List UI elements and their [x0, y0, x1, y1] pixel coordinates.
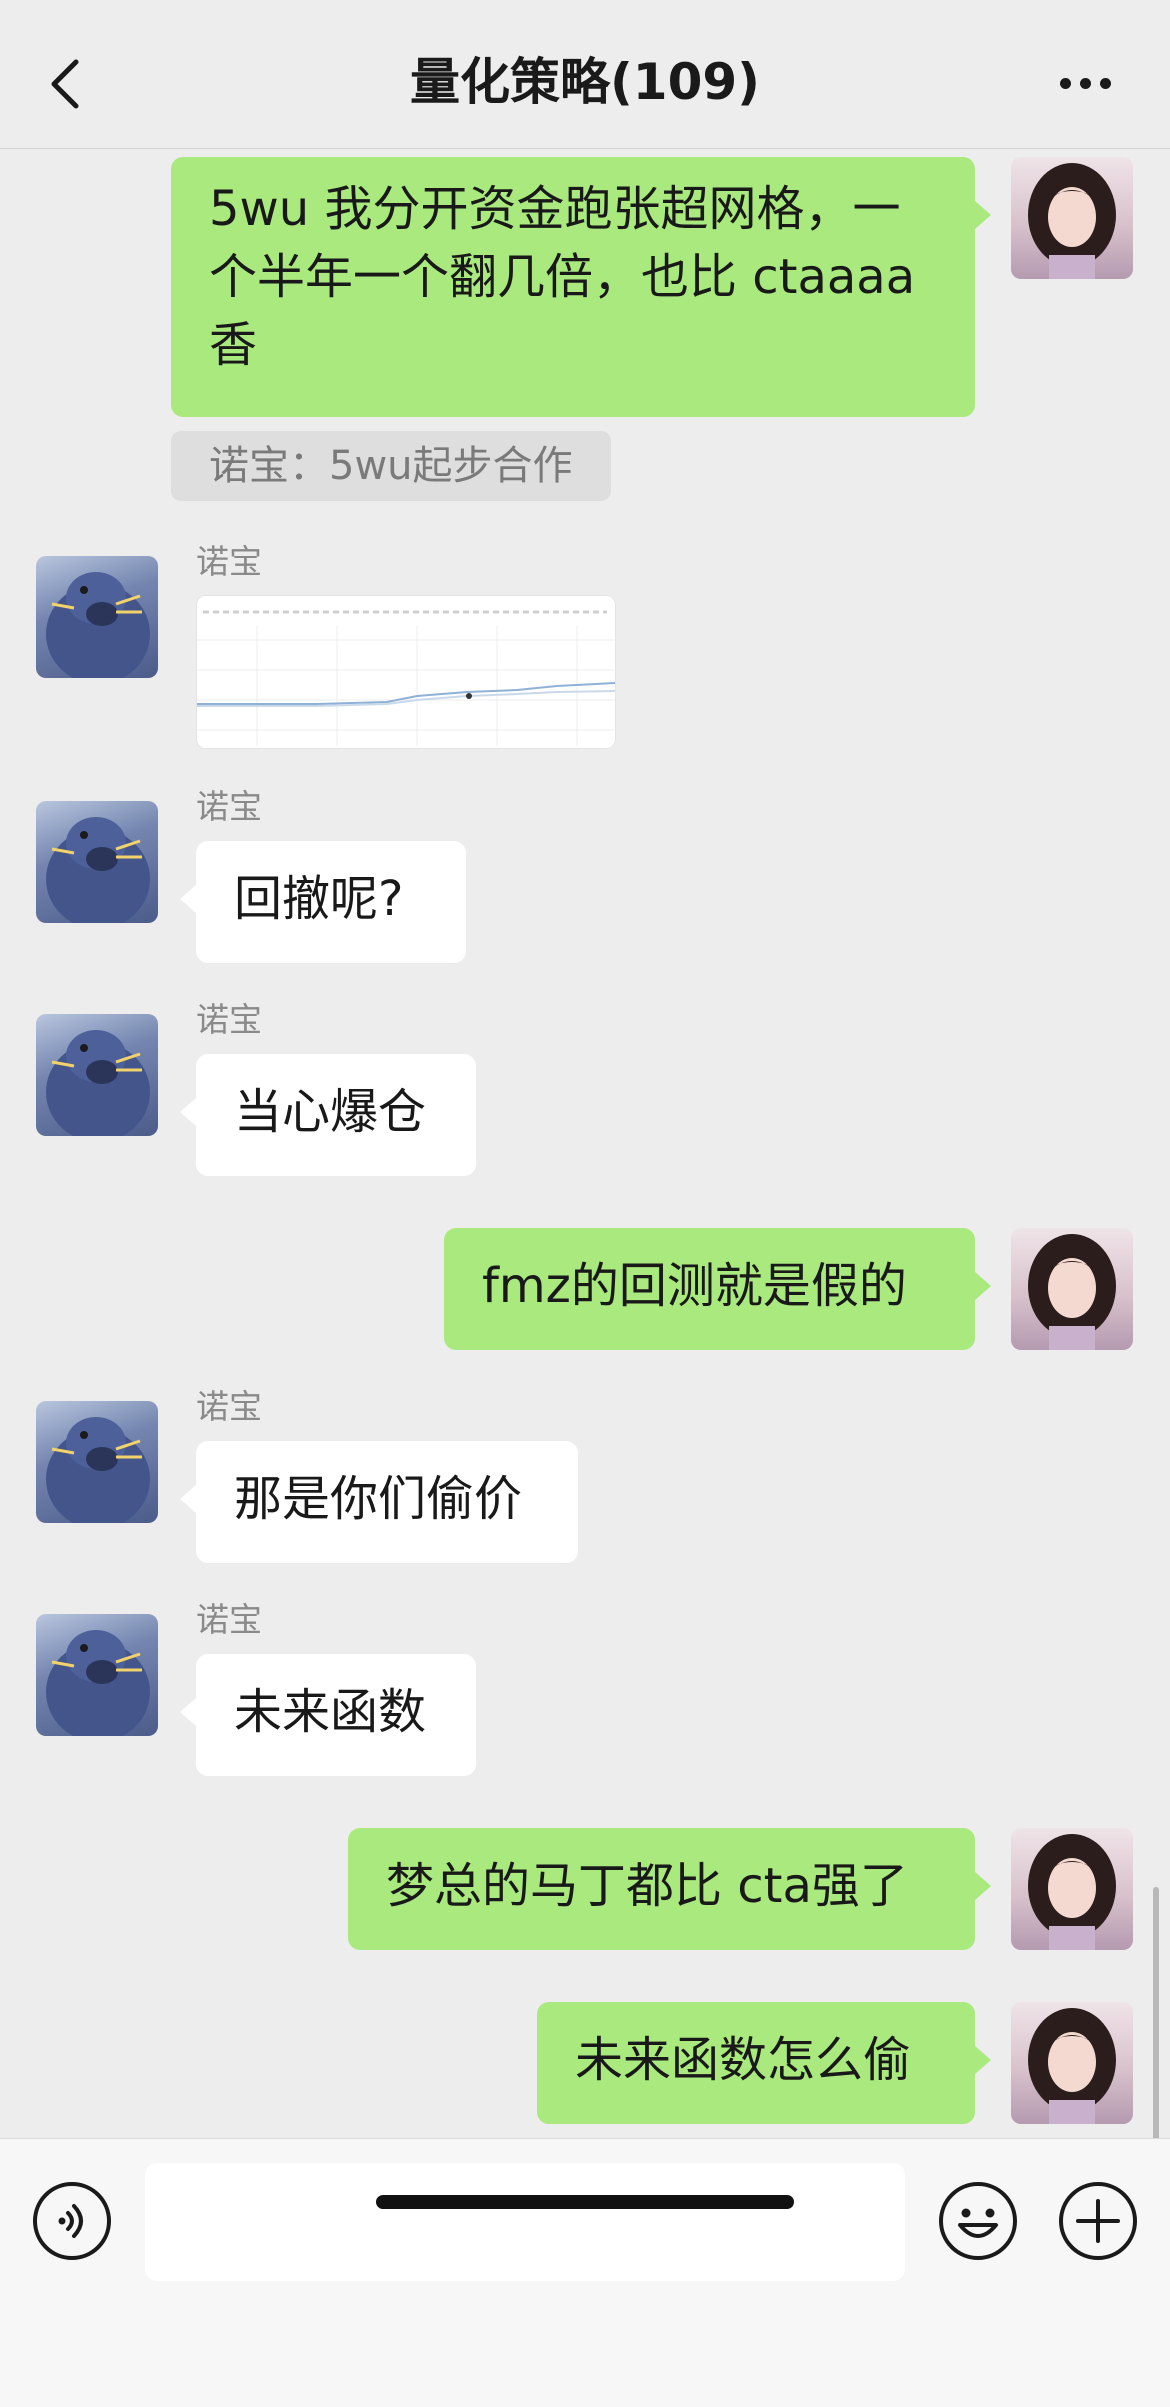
seal-cartoon-avatar-icon: [46, 1030, 150, 1136]
plus-button[interactable]: [1058, 2181, 1138, 2261]
message-text: fmz的回测就是假的: [482, 1258, 907, 1314]
seal-cartoon-avatar-icon: [46, 1417, 150, 1523]
message-input[interactable]: [145, 2163, 905, 2281]
sender-name: 诺宝: [196, 1000, 262, 1039]
home-indicator[interactable]: [376, 2195, 794, 2209]
more-button[interactable]: [1050, 62, 1120, 102]
message-text: 当心爆仓: [234, 1084, 427, 1140]
chat-title: 量化策略(109): [409, 53, 761, 111]
back-button[interactable]: [40, 42, 90, 122]
message-bubble-outgoing[interactable]: fmz的回测就是假的: [444, 1228, 991, 1350]
voice-icon: [33, 2182, 111, 2260]
my-avatar[interactable]: [1011, 1228, 1133, 1350]
quoted-reply[interactable]: 诺宝：5wu起步合作: [171, 431, 611, 501]
sender-name: 诺宝: [196, 542, 262, 581]
message-bubble-incoming[interactable]: 回撤呢?: [180, 841, 466, 963]
chat-message-list[interactable]: 5wu 我分开资金跑张超网格，一个半年一个翻几倍，也比 ctaaaa 香 诺宝：…: [0, 149, 1170, 2138]
scrollbar[interactable]: [1153, 1887, 1159, 2138]
seal-cartoon-avatar-icon: [46, 1630, 150, 1736]
chat-header: 量化策略(109): [0, 0, 1170, 149]
emoji-icon: [939, 2182, 1017, 2260]
message-bubble-outgoing[interactable]: 未来函数怎么偷: [537, 2002, 991, 2124]
chevron-left-icon: [51, 59, 79, 109]
sender-avatar[interactable]: [36, 1014, 158, 1136]
woman-portrait-avatar-icon: [1028, 2008, 1116, 2124]
sender-name: 诺宝: [196, 787, 262, 826]
sender-avatar[interactable]: [36, 1614, 158, 1736]
message-bubble-incoming[interactable]: 那是你们偷价: [180, 1441, 578, 1563]
sender-avatar[interactable]: [36, 1401, 158, 1523]
seal-cartoon-avatar-icon: [46, 572, 150, 678]
my-avatar[interactable]: [1011, 2002, 1133, 2124]
input-bar: [0, 2138, 1170, 2407]
plus-icon: [1059, 2182, 1137, 2260]
sender-name: 诺宝: [196, 1387, 262, 1426]
message-text: 未来函数怎么偷: [575, 2032, 912, 2088]
message-bubble-outgoing[interactable]: 梦总的马丁都比 cta强了: [348, 1828, 991, 1950]
sender-avatar[interactable]: [36, 801, 158, 923]
woman-portrait-avatar-icon: [1028, 1834, 1116, 1950]
message-text: 5wu 我分开资金跑张超网格，一个半年一个翻几倍，也比 ctaaaa 香: [209, 181, 916, 373]
message-bubble-incoming[interactable]: 未来函数: [180, 1654, 476, 1776]
message-text: 梦总的马丁都比 cta强了: [386, 1858, 908, 1914]
message-bubble-outgoing[interactable]: 5wu 我分开资金跑张超网格，一个半年一个翻几倍，也比 ctaaaa 香: [171, 157, 991, 417]
woman-portrait-avatar-icon: [1028, 1234, 1116, 1350]
my-avatar[interactable]: [1011, 157, 1133, 279]
backtest-chart-thumbnail: [197, 596, 615, 748]
message-text: 回撤呢?: [234, 871, 404, 927]
emoji-button[interactable]: [938, 2181, 1018, 2261]
woman-portrait-avatar-icon: [1028, 163, 1116, 279]
message-text: 未来函数: [234, 1684, 427, 1740]
sender-name: 诺宝: [196, 1600, 262, 1639]
my-avatar[interactable]: [1011, 1828, 1133, 1950]
message-text: 那是你们偷价: [234, 1471, 523, 1527]
message-bubble-incoming[interactable]: 当心爆仓: [180, 1054, 476, 1176]
voice-button[interactable]: [32, 2181, 112, 2261]
chart-image-message[interactable]: [196, 595, 616, 749]
seal-cartoon-avatar-icon: [46, 817, 150, 923]
sender-avatar[interactable]: [36, 556, 158, 678]
